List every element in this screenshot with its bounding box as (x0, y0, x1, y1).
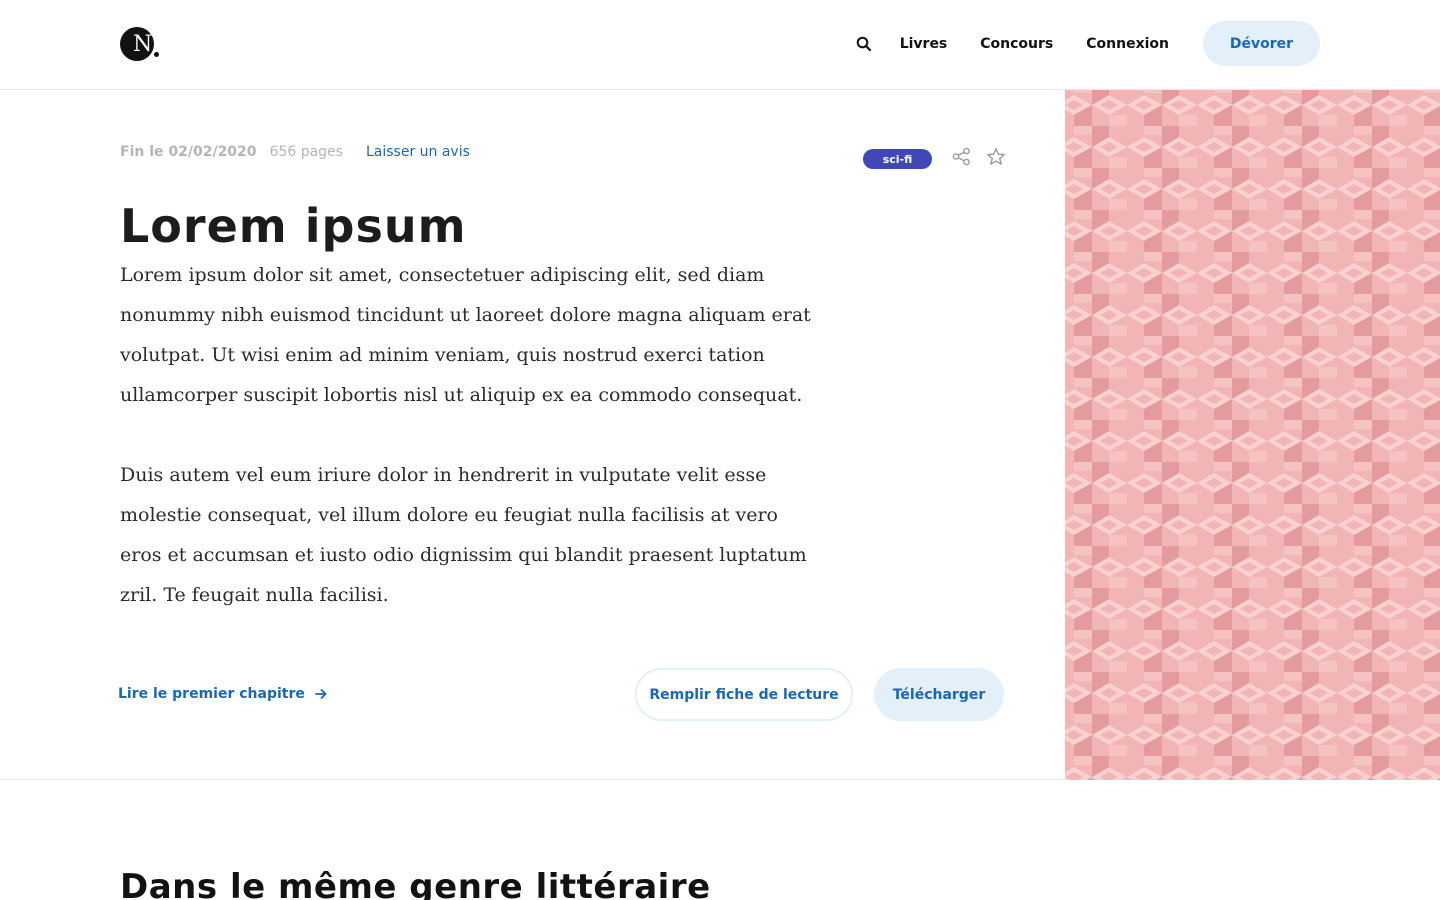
nav-link-livres[interactable]: Livres (900, 36, 948, 52)
book-description-paragraph: Duis autem vel eum iriure dolor in hendr… (120, 464, 807, 606)
fill-reading-sheet-button[interactable]: Remplir fiche de lecture (635, 668, 853, 721)
nav-link-concours[interactable]: Concours (980, 36, 1053, 52)
logo-letter: N (133, 32, 153, 57)
read-first-chapter-label: Lire le premier chapitre (118, 686, 305, 702)
genre-tag[interactable]: sci-fi (863, 149, 932, 169)
leave-review-link[interactable]: Laisser un avis (366, 144, 470, 160)
site-logo[interactable]: N (120, 27, 160, 63)
book-cover-pattern (1065, 90, 1440, 780)
share-icon[interactable] (952, 147, 971, 166)
download-button[interactable]: Télécharger (874, 668, 1004, 721)
related-section-heading: Dans le même genre littéraire (120, 867, 711, 900)
arrow-right-icon (314, 688, 327, 700)
read-first-chapter-link[interactable]: Lire le premier chapitre (118, 684, 327, 704)
main-nav: Livres Concours Connexion Dévorer (856, 21, 1320, 66)
search-icon[interactable] (856, 36, 872, 52)
book-title: Lorem ipsum (120, 199, 467, 253)
nav-link-connexion[interactable]: Connexion (1086, 36, 1169, 52)
site-header: N Livres Concours Connexion Dévorer (0, 0, 1440, 90)
book-meta: Fin le 02/02/2020 656 pages Laisser un a… (120, 142, 470, 162)
devorer-button[interactable]: Dévorer (1203, 21, 1320, 66)
logo-dot (154, 52, 159, 57)
star-icon[interactable] (986, 147, 1006, 167)
book-detail-section: Fin le 02/02/2020 656 pages Laisser un a… (0, 90, 1440, 780)
book-end-date: Fin le 02/02/2020 (120, 144, 257, 160)
book-page-count: 656 pages (269, 144, 343, 160)
book-description-paragraph: Lorem ipsum dolor sit amet, consectetuer… (120, 264, 811, 406)
